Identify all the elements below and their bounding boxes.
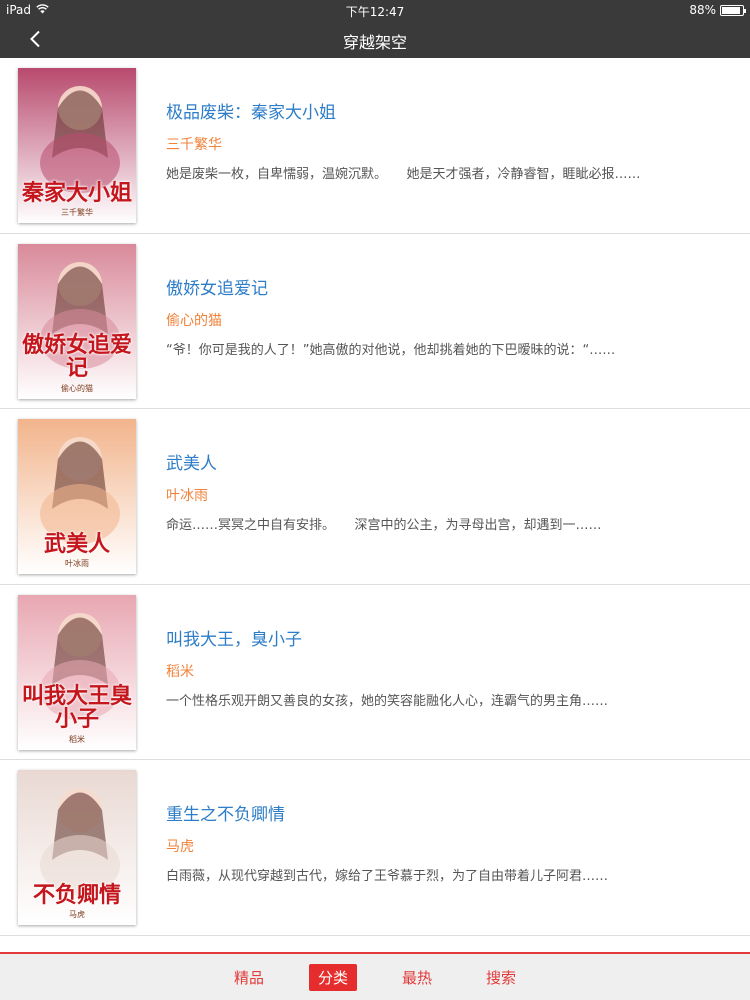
book-description: 她是废柴一枚，自卑懦弱，温婉沉默。 她是天才强者，冷静睿智，睚眦必报…… (166, 167, 641, 182)
book-title[interactable]: 极品废柴：秦家大小姐 (166, 98, 336, 123)
cover-title: 傲娇女追爱记 (22, 332, 133, 382)
book-cover[interactable]: 不负卿情 马虎 (18, 770, 136, 925)
navigation-bar: 穿越架空 (0, 20, 750, 58)
book-title[interactable]: 傲娇女追爱记 (166, 274, 268, 299)
battery-fill (722, 6, 740, 14)
book-author[interactable]: 叶冰雨 (166, 485, 208, 505)
bottom-tab-bar: 精品 分类 最热 搜索 (0, 952, 750, 1000)
cover-title: 叫我大王臭小子 (22, 683, 133, 733)
book-item[interactable]: 傲娇女追爱记 偷心的猫 傲娇女追爱记 偷心的猫 “爷！你可是我的人了！”她高傲的… (0, 233, 750, 409)
tab-fenlei[interactable]: 分类 (308, 963, 357, 991)
book-title[interactable]: 武美人 (166, 449, 217, 474)
cover-author: 稻米 (69, 734, 85, 744)
cover-author: 偷心的猫 (61, 383, 93, 393)
tab-jingpin[interactable]: 精品 (225, 964, 273, 991)
book-title[interactable]: 重生之不负卿情 (166, 800, 285, 825)
book-author[interactable]: 偷心的猫 (166, 310, 222, 330)
back-button[interactable] (22, 26, 48, 52)
cover-title: 不负卿情 (32, 881, 121, 908)
cover-title: 秦家大小姐 (22, 179, 133, 206)
cover-title: 武美人 (43, 530, 110, 557)
book-item[interactable]: 武美人 叶冰雨 武美人 叶冰雨 命运……冥冥之中自有安排。 深宫中的公主，为寻母… (0, 409, 750, 585)
status-bar: iPad 下午12:47 88% (0, 0, 750, 20)
chevron-left-icon (30, 30, 40, 48)
book-list: 秦家大小姐 三千繁华 极品废柴：秦家大小姐 三千繁华 她是废柴一枚，自卑懦弱，温… (0, 58, 750, 952)
book-title[interactable]: 叫我大王，臭小子 (166, 625, 302, 650)
battery-percent: 88% (689, 3, 716, 17)
battery-icon (720, 4, 746, 16)
page-title: 穿越架空 (342, 33, 407, 52)
book-author[interactable]: 稻米 (166, 661, 194, 681)
book-description: 白雨薇，从现代穿越到古代，嫁给了王爷慕于烈，为了自由带着儿子阿君…… (166, 869, 609, 884)
book-cover[interactable]: 叫我大王臭小子 稻米 (18, 594, 136, 750)
book-author[interactable]: 马虎 (166, 836, 194, 856)
tab-zuire[interactable]: 最热 (393, 964, 441, 991)
tab-sousuo[interactable]: 搜索 (477, 964, 525, 991)
book-cover[interactable]: 傲娇女追爱记 偷心的猫 (18, 243, 136, 399)
book-description: 一个性格乐观开朗又善良的女孩，她的笑容能融化人心，连霸气的男主角…… (166, 693, 609, 709)
book-description: 命运……冥冥之中自有安排。 深宫中的公主，为寻母出宫，却遇到一…… (166, 518, 602, 533)
book-item[interactable]: 不负卿情 马虎 重生之不负卿情 马虎 白雨薇，从现代穿越到古代，嫁给了王爷慕于烈… (0, 760, 750, 936)
cover-author: 三千繁华 (61, 208, 93, 217)
cover-author: 马虎 (69, 910, 85, 919)
book-description: “爷！你可是我的人了！”她高傲的对他说，他却挑着她的下巴暧昧的说：“…… (166, 342, 616, 358)
status-right: 88% (689, 3, 746, 17)
book-cover[interactable]: 武美人 叶冰雨 (18, 419, 136, 574)
book-author[interactable]: 三千繁华 (166, 134, 222, 154)
book-item[interactable]: 叫我大王臭小子 稻米 叫我大王，臭小子 稻米 一个性格乐观开朗又善良的女孩，她的… (0, 584, 750, 760)
book-item[interactable]: 秦家大小姐 三千繁华 极品废柴：秦家大小姐 三千繁华 她是废柴一枚，自卑懦弱，温… (0, 58, 750, 234)
cover-author: 叶冰雨 (65, 559, 89, 568)
book-item-partial (0, 935, 750, 952)
book-cover[interactable]: 秦家大小姐 三千繁华 (18, 68, 136, 223)
status-time: 下午12:47 (345, 5, 405, 19)
